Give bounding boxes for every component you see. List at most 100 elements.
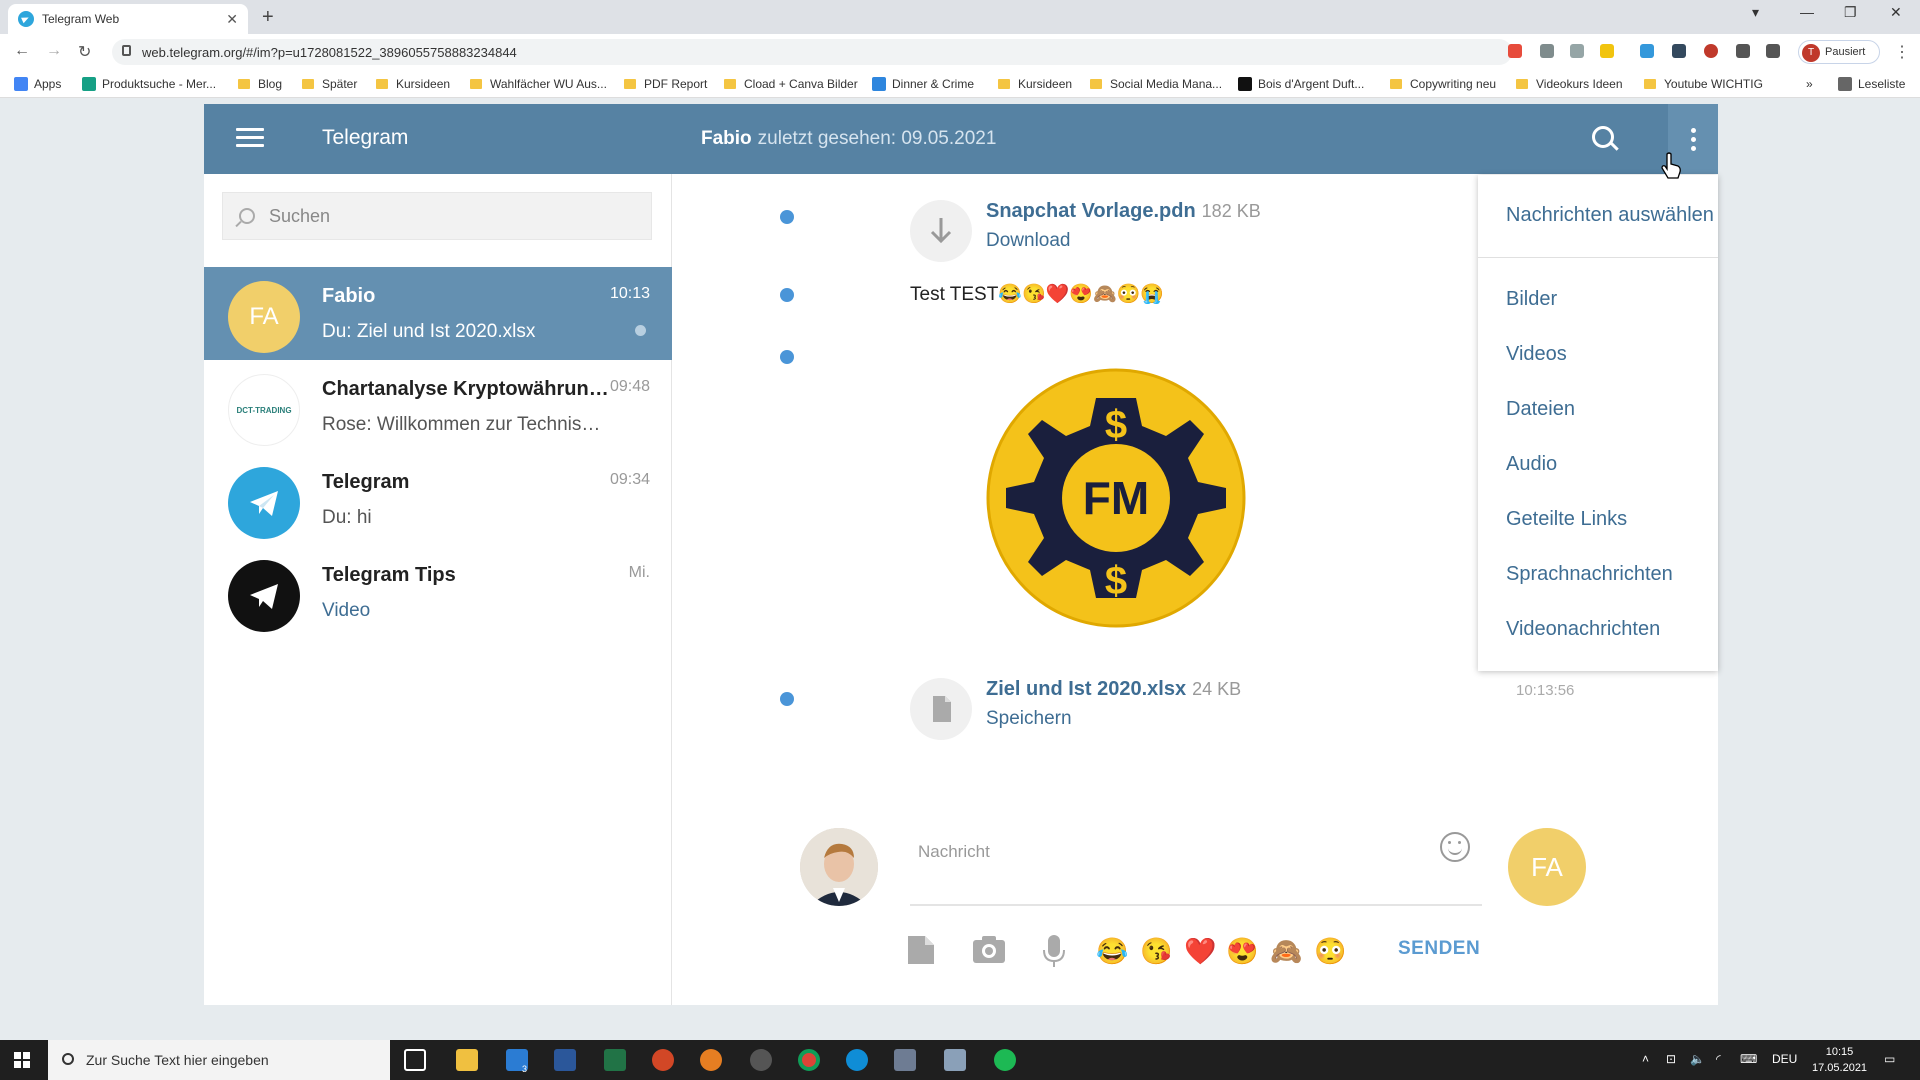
puzzle-icon[interactable] bbox=[1736, 44, 1750, 58]
bookmark-item[interactable]: Copywriting neu bbox=[1390, 77, 1496, 91]
microphone-icon[interactable] bbox=[1042, 934, 1066, 973]
dialog-time: Mi. bbox=[628, 564, 650, 581]
menu-item-shared-links[interactable]: Geteilte Links bbox=[1478, 497, 1718, 541]
menu-item-images[interactable]: Bilder bbox=[1478, 277, 1718, 321]
extension-icon[interactable] bbox=[1508, 44, 1522, 58]
search-input[interactable]: Suchen bbox=[222, 192, 652, 240]
bookmark-item[interactable]: Dinner & Crime bbox=[872, 77, 974, 91]
reading-list[interactable]: Leseliste bbox=[1838, 77, 1905, 91]
menu-item-voice-messages[interactable]: Sprachnachrichten bbox=[1478, 552, 1718, 596]
message-input[interactable]: Nachricht bbox=[910, 828, 1482, 906]
install-icon[interactable] bbox=[1540, 44, 1554, 58]
extension-icon[interactable] bbox=[1672, 44, 1686, 58]
bookmark-item[interactable]: Kursideen bbox=[376, 77, 450, 91]
bookmark-item[interactable]: Bois d'Argent Duft... bbox=[1238, 77, 1364, 91]
app-icon[interactable] bbox=[894, 1049, 916, 1071]
spotify-icon[interactable] bbox=[994, 1049, 1016, 1071]
taskbar-search-input[interactable]: Zur Suche Text hier eingeben bbox=[48, 1040, 390, 1080]
excel-icon[interactable] bbox=[604, 1049, 626, 1071]
profile-label: Pausiert bbox=[1825, 46, 1866, 58]
quick-emoji-button[interactable]: 🙈 bbox=[1270, 936, 1302, 967]
menu-item-videos[interactable]: Videos bbox=[1478, 332, 1718, 376]
menu-item-video-messages[interactable]: Videonachrichten bbox=[1478, 607, 1718, 651]
menu-item-files[interactable]: Dateien bbox=[1478, 387, 1718, 431]
search-icon[interactable] bbox=[1592, 126, 1614, 148]
bookmark-item[interactable]: Social Media Mana... bbox=[1090, 77, 1222, 91]
quick-emoji-button[interactable]: 😍 bbox=[1226, 936, 1258, 967]
zoom-icon[interactable] bbox=[1570, 44, 1584, 58]
minimize-icon[interactable]: — bbox=[1800, 4, 1814, 20]
bookmark-item[interactable]: Blog bbox=[238, 77, 282, 91]
bookmark-item[interactable]: Wahlfächer WU Aus... bbox=[470, 77, 607, 91]
send-button[interactable]: SENDEN bbox=[1398, 938, 1480, 960]
bookmark-item[interactable]: Youtube WICHTIG bbox=[1644, 77, 1763, 91]
browser-menu-icon[interactable]: ⋮ bbox=[1894, 42, 1910, 62]
network-icon[interactable]: ⊡ bbox=[1666, 1052, 1676, 1066]
new-tab-icon[interactable]: + bbox=[262, 6, 274, 29]
emoji-picker-icon[interactable] bbox=[1440, 832, 1470, 862]
bookmarks-overflow[interactable]: » bbox=[1806, 77, 1813, 91]
close-window-icon[interactable]: ✕ bbox=[1890, 4, 1902, 21]
edge-icon[interactable] bbox=[846, 1049, 868, 1071]
bookmark-item[interactable]: Produktsuche - Mer... bbox=[82, 77, 216, 91]
save-link[interactable]: Speichern bbox=[986, 708, 1072, 730]
file-explorer-icon[interactable] bbox=[456, 1049, 478, 1071]
menu-item-select-messages[interactable]: Nachrichten auswählen bbox=[1478, 193, 1718, 237]
quick-emoji-button[interactable]: 😳 bbox=[1314, 936, 1346, 967]
quick-emoji-button[interactable]: 😘 bbox=[1140, 936, 1172, 967]
adblock-icon[interactable] bbox=[1704, 44, 1718, 58]
bookmark-item[interactable]: Kursideen bbox=[998, 77, 1072, 91]
iq-extension-icon[interactable] bbox=[1640, 44, 1654, 58]
bookmark-item[interactable]: PDF Report bbox=[624, 77, 707, 91]
clock[interactable]: 10:15 17.05.2021 bbox=[1812, 1044, 1867, 1076]
hamburger-menu-icon[interactable] bbox=[236, 128, 264, 148]
camera-icon[interactable] bbox=[972, 934, 1006, 969]
wifi-icon[interactable]: ◜ bbox=[1716, 1052, 1721, 1066]
task-view-icon[interactable] bbox=[404, 1049, 426, 1071]
notifications-icon[interactable]: ▭ bbox=[1884, 1052, 1895, 1066]
bookmark-star-icon[interactable] bbox=[1600, 44, 1614, 58]
windows-start-icon[interactable] bbox=[14, 1052, 30, 1068]
dialog-item-fabio[interactable]: FA Fabio Du: Ziel und Ist 2020.xlsx 10:1… bbox=[204, 267, 672, 360]
quick-emoji-button[interactable]: ❤️ bbox=[1184, 936, 1216, 967]
quick-emoji-button[interactable]: 😂 bbox=[1096, 936, 1128, 967]
dialog-item-telegram[interactable]: Telegram Du: hi 09:34 bbox=[204, 453, 672, 546]
language-indicator[interactable]: DEU bbox=[1772, 1052, 1797, 1066]
browser-tab[interactable]: Telegram Web ✕ bbox=[8, 4, 248, 34]
back-icon[interactable]: ← bbox=[14, 42, 30, 60]
download-icon[interactable] bbox=[910, 200, 972, 262]
reload-icon[interactable]: ↻ bbox=[78, 42, 91, 62]
forward-icon[interactable]: → bbox=[46, 42, 62, 60]
notepad-icon[interactable] bbox=[944, 1049, 966, 1071]
restore-icon[interactable]: ❐ bbox=[1844, 4, 1857, 21]
file-name[interactable]: Snapchat Vorlage.pdn 182 KB bbox=[986, 200, 1261, 223]
volume-icon[interactable]: 🔈 bbox=[1690, 1052, 1705, 1066]
powerpoint-icon[interactable] bbox=[652, 1049, 674, 1071]
document-icon[interactable] bbox=[910, 678, 972, 740]
tray-chevron-icon[interactable]: ˄ bbox=[1642, 1052, 1649, 1066]
attach-file-icon[interactable] bbox=[906, 934, 936, 971]
tab-search-icon[interactable]: ▾ bbox=[1752, 4, 1759, 21]
close-tab-icon[interactable]: ✕ bbox=[226, 11, 238, 28]
address-bar[interactable]: web.telegram.org/#/im?p=u1728081522_3896… bbox=[112, 39, 1512, 65]
unread-dot bbox=[780, 210, 794, 224]
menu-item-audio[interactable]: Audio bbox=[1478, 442, 1718, 486]
bookmark-item[interactable]: Cload + Canva Bilder bbox=[724, 77, 858, 91]
peer-info[interactable]: Fabio zuletzt gesehen: 09.05.2021 bbox=[701, 128, 996, 150]
chrome-icon[interactable] bbox=[798, 1049, 820, 1071]
clock-time: 10:15 bbox=[1825, 1046, 1854, 1058]
bookmark-item[interactable]: Später bbox=[302, 77, 357, 91]
bookmark-item[interactable]: Videokurs Ideen bbox=[1516, 77, 1623, 91]
dialog-item-telegram-tips[interactable]: Telegram Tips Video Mi. bbox=[204, 546, 672, 639]
fm-sticker-image[interactable]: FM $ $ bbox=[986, 368, 1246, 628]
file-name[interactable]: Ziel und Ist 2020.xlsx 24 KB bbox=[986, 678, 1241, 701]
download-link[interactable]: Download bbox=[986, 230, 1071, 252]
bookmark-apps[interactable]: Apps bbox=[14, 77, 61, 91]
profile-button[interactable]: T Pausiert bbox=[1798, 40, 1880, 64]
keyboard-icon[interactable]: ⌨ bbox=[1740, 1052, 1757, 1066]
obs-icon[interactable] bbox=[750, 1049, 772, 1071]
app-icon[interactable] bbox=[700, 1049, 722, 1071]
reading-list-icon[interactable] bbox=[1766, 44, 1780, 58]
word-icon[interactable] bbox=[554, 1049, 576, 1071]
dialog-item-chartanalyse[interactable]: DCT-TRADING Chartanalyse Kryptowährungen… bbox=[204, 360, 672, 453]
